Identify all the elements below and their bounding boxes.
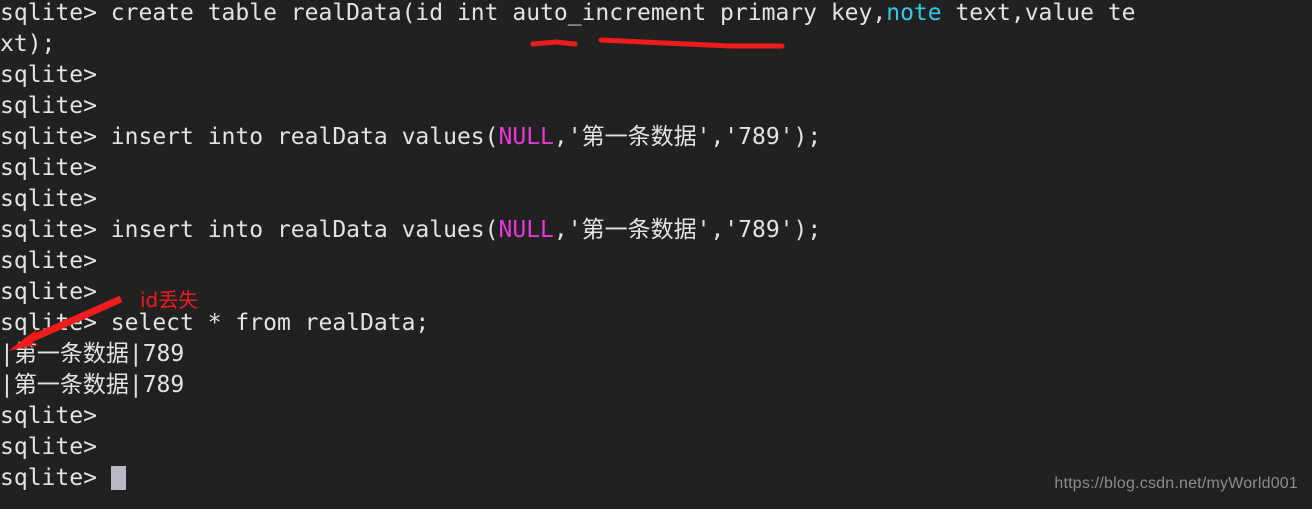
annotation-id-lost-label: id丢失 [140,288,199,312]
terminal-line: sqlite> [0,432,1312,463]
terminal-text-run: NULL [498,124,554,150]
terminal-text-run: note [886,0,942,26]
terminal-text-run: | [0,341,14,367]
terminal-text-run: 第一条数据 [581,124,697,150]
terminal-text-run: ,' [553,217,582,243]
text-cursor-block[interactable] [110,466,126,490]
terminal-text-run: sqlite> [0,434,97,460]
terminal-text-run: NULL [498,217,554,243]
terminal-line: sqlite> insert into realData values(NULL… [0,122,1312,153]
terminal-line: sqlite> [0,91,1312,122]
terminal-line: sqlite> [0,184,1312,215]
terminal-text-run: sqlite> select * from realData; [0,310,430,336]
terminal-text-run: 第一条数据 [13,372,129,398]
terminal-text-run: sqlite> [0,248,97,274]
terminal-line: sqlite> [0,246,1312,277]
terminal-text-run: sqlite> [0,279,97,305]
terminal-window: sqlite> create table realData(id int aut… [0,0,1312,509]
terminal-text-run: xt); [0,31,56,57]
terminal-text-run: ','789'); [696,217,822,243]
terminal-text-run: sqlite> insert into realData values( [0,124,499,150]
terminal-output[interactable]: sqlite> create table realData(id int aut… [0,0,1312,494]
terminal-line: sqlite> [0,153,1312,184]
terminal-text-run: sqlite> [0,93,97,119]
terminal-line: xt); [0,29,1312,60]
terminal-line: sqlite> create table realData(id int aut… [0,0,1312,29]
terminal-text-run: sqlite> create table realData(id int aut… [0,0,887,26]
terminal-line: sqlite> [0,60,1312,91]
watermark-url: https://blog.csdn.net/myWorld001 [1054,475,1298,492]
terminal-text-run: ','789'); [696,124,822,150]
terminal-line: sqlite> select * from realData; [0,308,1312,339]
terminal-text-run: sqlite> insert into realData values( [0,217,499,243]
terminal-text-run: sqlite> [0,403,97,429]
terminal-text-run: |789 [128,341,185,367]
terminal-line: |第一条数据|789 [0,370,1312,401]
terminal-text-run: | [0,372,14,398]
terminal-text-run: text,value te [941,0,1136,26]
terminal-text-run: ,' [553,124,582,150]
terminal-line: |第一条数据|789 [0,339,1312,370]
terminal-line: sqlite> insert into realData values(NULL… [0,215,1312,246]
terminal-text-run: sqlite> [0,155,97,181]
terminal-text-run: sqlite> [0,62,97,88]
terminal-text-run: 第一条数据 [13,341,129,367]
terminal-text-run: sqlite> [0,465,111,491]
terminal-line: sqlite> [0,401,1312,432]
terminal-text-run: |789 [128,372,185,398]
terminal-text-run: sqlite> [0,186,97,212]
terminal-text-run: 第一条数据 [581,217,697,243]
